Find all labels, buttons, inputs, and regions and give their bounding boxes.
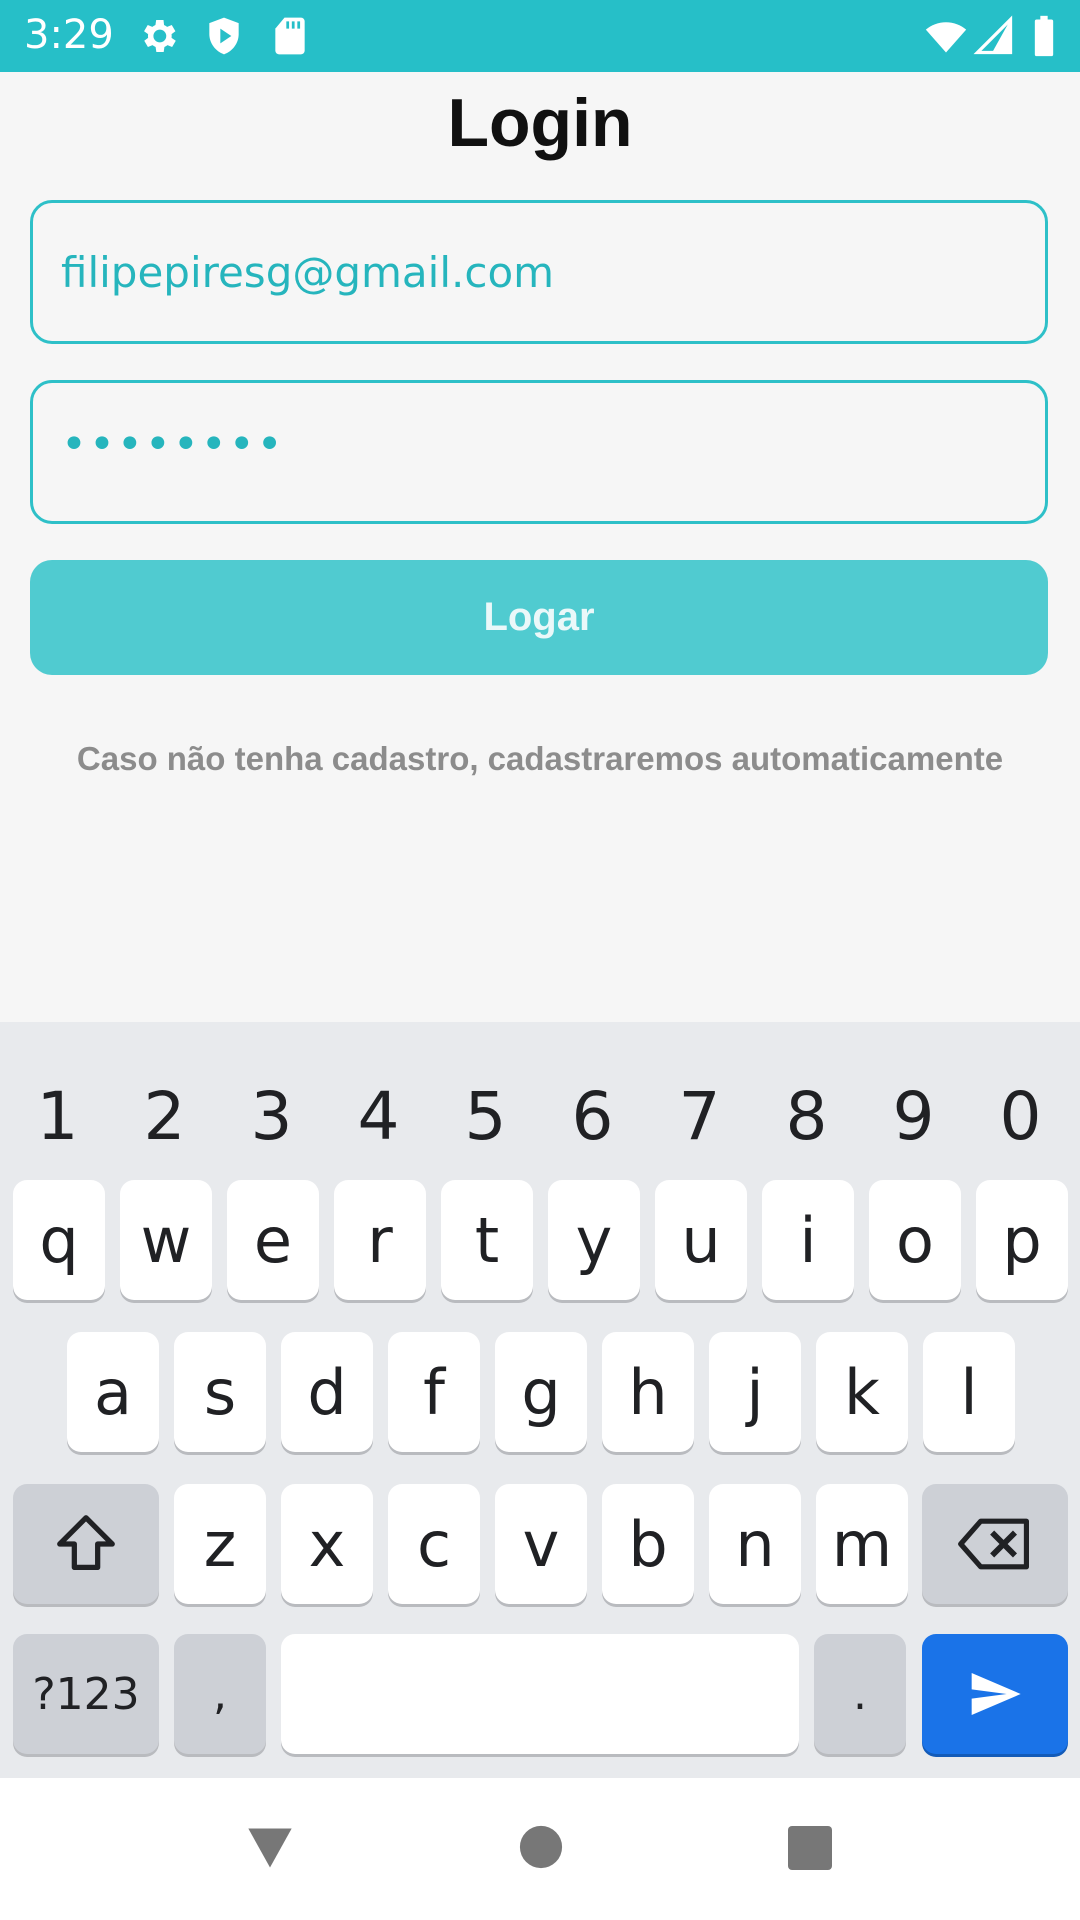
gear-icon xyxy=(144,20,176,52)
key-5[interactable]: 5 xyxy=(432,1062,539,1172)
shield-play-icon xyxy=(209,17,239,55)
key-e[interactable]: e xyxy=(227,1180,319,1300)
page-title: Login xyxy=(447,85,633,161)
key-f[interactable]: f xyxy=(388,1332,480,1452)
key-3[interactable]: 3 xyxy=(218,1062,325,1172)
status-time: 3:29 xyxy=(24,12,114,58)
shift-key[interactable] xyxy=(13,1484,159,1604)
recents-square-icon[interactable] xyxy=(786,1824,834,1872)
key-i[interactable]: i xyxy=(762,1180,854,1300)
key-8[interactable]: 8 xyxy=(753,1062,860,1172)
sd-card-icon xyxy=(275,17,305,55)
key-m[interactable]: m xyxy=(816,1484,908,1604)
password-value: •••••••• xyxy=(61,418,285,470)
key-o[interactable]: o xyxy=(869,1180,961,1300)
number-row: 1 2 3 4 5 6 7 8 9 0 xyxy=(0,1062,1080,1172)
key-n[interactable]: n xyxy=(709,1484,801,1604)
key-t[interactable]: t xyxy=(441,1180,533,1300)
home-circle-icon[interactable] xyxy=(518,1824,564,1870)
key-b[interactable]: b xyxy=(602,1484,694,1604)
keyboard: 1 2 3 4 5 6 7 8 9 0 q w e r t y u i o p … xyxy=(0,1022,1080,1778)
key-z[interactable]: z xyxy=(174,1484,266,1604)
key-4[interactable]: 4 xyxy=(325,1062,432,1172)
key-d[interactable]: d xyxy=(281,1332,373,1452)
email-field[interactable]: filipepiresg@gmail.com xyxy=(30,200,1048,344)
backspace-icon xyxy=(958,1518,1029,1570)
space-key[interactable] xyxy=(281,1634,799,1754)
key-q[interactable]: q xyxy=(13,1180,105,1300)
email-value: filipepiresg@gmail.com xyxy=(61,247,555,297)
key-g[interactable]: g xyxy=(495,1332,587,1452)
symbols-key[interactable]: ?123 xyxy=(13,1634,159,1754)
key-p[interactable]: p xyxy=(976,1180,1068,1300)
key-1[interactable]: 1 xyxy=(4,1062,111,1172)
key-y[interactable]: y xyxy=(548,1180,640,1300)
password-field[interactable]: •••••••• xyxy=(30,380,1048,524)
backspace-key[interactable] xyxy=(922,1484,1068,1604)
key-w[interactable]: w xyxy=(120,1180,212,1300)
signal-icon xyxy=(973,15,1013,55)
shift-arrow-icon xyxy=(57,1515,115,1570)
key-v[interactable]: v xyxy=(495,1484,587,1604)
send-arrow-icon xyxy=(971,1673,1021,1715)
auto-register-hint: Caso não tenha cadastro, cadastraremos a… xyxy=(76,740,1004,777)
period-key[interactable]: . xyxy=(814,1634,906,1754)
key-x[interactable]: x xyxy=(281,1484,373,1604)
battery-icon xyxy=(1034,15,1054,57)
key-j[interactable]: j xyxy=(709,1332,801,1452)
key-r[interactable]: r xyxy=(334,1180,426,1300)
key-s[interactable]: s xyxy=(174,1332,266,1452)
key-7[interactable]: 7 xyxy=(646,1062,753,1172)
status-bar: 3:29 xyxy=(0,0,1080,72)
key-l[interactable]: l xyxy=(923,1332,1015,1452)
key-0[interactable]: 0 xyxy=(967,1062,1074,1172)
key-u[interactable]: u xyxy=(655,1180,747,1300)
comma-key[interactable]: , xyxy=(174,1634,266,1754)
key-a[interactable]: a xyxy=(67,1332,159,1452)
key-9[interactable]: 9 xyxy=(860,1062,967,1172)
key-h[interactable]: h xyxy=(602,1332,694,1452)
back-triangle-icon[interactable] xyxy=(244,1822,296,1874)
key-k[interactable]: k xyxy=(816,1332,908,1452)
key-2[interactable]: 2 xyxy=(111,1062,218,1172)
navigation-bar xyxy=(0,1778,1080,1920)
login-button[interactable]: Logar xyxy=(30,560,1048,675)
key-c[interactable]: c xyxy=(388,1484,480,1604)
send-key[interactable] xyxy=(922,1634,1068,1754)
wifi-icon xyxy=(925,22,967,53)
key-6[interactable]: 6 xyxy=(539,1062,646,1172)
